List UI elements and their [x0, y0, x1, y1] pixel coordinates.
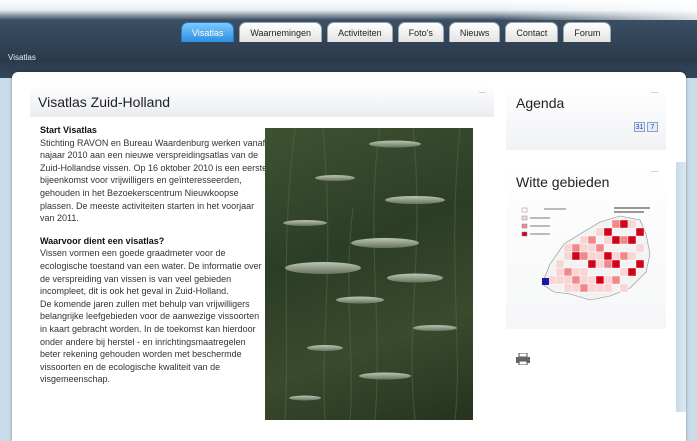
page-edge-shade	[676, 162, 686, 412]
print-icon[interactable]	[516, 352, 530, 370]
page-title: Visatlas Zuid-Holland	[38, 94, 171, 110]
minimize-icon[interactable]: —	[651, 89, 658, 96]
header-gloss	[497, 0, 697, 20]
tab-forum[interactable]: Forum	[563, 22, 612, 42]
tab-contact[interactable]: Contact	[505, 22, 559, 42]
main-nav: Visatlas Waarnemingen Activiteiten Foto'…	[181, 22, 612, 42]
calendar-month-icon[interactable]: 31	[634, 122, 645, 132]
content-area: Visatlas Zuid-Holland — Start Visatlas S…	[12, 72, 686, 441]
section-heading: Waarvoor dient een visatlas?	[40, 235, 165, 246]
site-header: Visatlas Waarnemingen Activiteiten Foto'…	[0, 0, 697, 78]
section-body: De komende jaren zullen met behulp van v…	[40, 298, 260, 385]
agenda-icons: 31 7	[634, 122, 658, 132]
tab-nieuws[interactable]: Nieuws	[448, 22, 501, 42]
coverage-map-image	[521, 207, 651, 301]
tab-activiteiten[interactable]: Activiteiten	[327, 22, 393, 42]
site-label[interactable]: Visatlas	[8, 53, 36, 62]
section-heading: Start Visatlas	[40, 125, 97, 135]
fish-photo	[265, 128, 473, 420]
tab-fotos[interactable]: Foto's	[397, 22, 444, 42]
fish-photo-image	[283, 128, 461, 420]
witte-title: Witte gebieden	[516, 174, 610, 190]
calendar-week-icon[interactable]: 7	[647, 122, 658, 132]
witte-gebieden-panel: Witte gebieden —	[506, 164, 666, 329]
minimize-icon[interactable]: —	[651, 168, 658, 175]
section-body: Stichting RAVON en Bureau Waardenburg we…	[40, 137, 268, 224]
agenda-title: Agenda	[516, 95, 565, 111]
main-panel-header: Visatlas Zuid-Holland —	[30, 85, 494, 117]
minimize-icon[interactable]: —	[479, 89, 486, 96]
tab-visatlas[interactable]: Visatlas	[181, 22, 235, 42]
tab-waarnemingen[interactable]: Waarnemingen	[239, 22, 323, 42]
section-body: Vissen vormen een goede graadmeter voor …	[40, 248, 262, 297]
coverage-map[interactable]	[520, 204, 660, 304]
agenda-panel: Agenda — 31 7	[506, 85, 666, 150]
article-text: Start Visatlas Stichting RAVON en Bureau…	[40, 124, 268, 386]
